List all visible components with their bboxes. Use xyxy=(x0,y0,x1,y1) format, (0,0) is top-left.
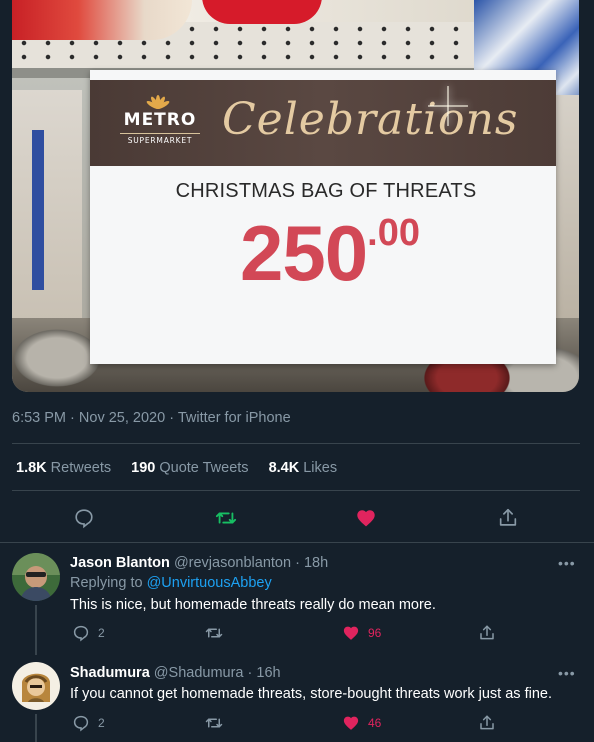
store-subtitle: SUPERMARKET xyxy=(127,136,193,145)
tweet-date[interactable]: Nov 25, 2020 xyxy=(79,410,165,426)
retweet-icon xyxy=(215,512,237,524)
price-main: 250 xyxy=(240,209,368,297)
meta-separator: · xyxy=(169,410,175,426)
thread-line xyxy=(35,714,37,742)
product-name: CHRISTMAS BAG OF THREATS xyxy=(175,180,477,202)
reply-count: 2 xyxy=(98,626,105,640)
avatar[interactable] xyxy=(12,553,60,601)
divider xyxy=(12,443,580,444)
replying-prefix: Replying to xyxy=(70,575,143,591)
tweet-client[interactable]: Twitter for iPhone xyxy=(178,410,291,426)
display-name[interactable]: Shadumura xyxy=(70,665,150,681)
retweet-icon xyxy=(205,628,223,638)
display-name[interactable]: Jason Blanton xyxy=(70,555,170,571)
logo-divider xyxy=(120,133,200,134)
like-button[interactable]: 46 xyxy=(342,714,381,732)
candy-package xyxy=(12,0,192,40)
reply-header: Shadumura @Shadumura · 16h xyxy=(70,665,281,681)
retweet-button[interactable] xyxy=(204,624,224,642)
price-sign: METRO SUPERMARKET Celebrations CHRISTMAS… xyxy=(90,70,556,364)
sign-banner: METRO SUPERMARKET Celebrations xyxy=(90,80,556,166)
reply-button[interactable]: 2 xyxy=(72,624,105,642)
more-options-icon[interactable]: ••• xyxy=(558,555,576,571)
retweet-button[interactable] xyxy=(204,714,224,732)
avatar-image xyxy=(12,553,60,601)
store-name: METRO xyxy=(123,110,197,130)
meta-separator: · xyxy=(70,410,75,426)
share-button[interactable] xyxy=(478,714,496,732)
retweets-label: Retweets xyxy=(50,460,112,476)
reply-age[interactable]: 16h xyxy=(256,665,280,681)
reply-tweet[interactable]: Jason Blanton @revjasonblanton · 18h •••… xyxy=(0,543,594,655)
share-icon xyxy=(480,715,494,730)
retweet-icon xyxy=(205,718,223,728)
store-logo-icon xyxy=(146,95,170,109)
tweet-timestamp: 6:53 PM · Nov 25, 2020 · Twitter for iPh… xyxy=(12,410,291,426)
reply-count: 2 xyxy=(98,716,105,730)
reply-text: This is nice, but homemade threats reall… xyxy=(70,597,436,613)
divider xyxy=(12,490,580,491)
tweet-stats: 1.8K Retweets 190 Quote Tweets 8.4K Like… xyxy=(16,460,337,476)
price-tag: 250.00 xyxy=(240,208,420,308)
sparkle-icon xyxy=(428,86,468,126)
replying-to-link[interactable]: @UnvirtuousAbbey xyxy=(147,575,272,591)
tweet-photo[interactable]: METRO SUPERMARKET Celebrations CHRISTMAS… xyxy=(12,0,579,392)
more-options-icon[interactable]: ••• xyxy=(558,665,576,681)
replying-to: Replying to @UnvirtuousAbbey xyxy=(70,575,272,591)
retweets-stat[interactable]: 1.8K Retweets xyxy=(16,460,111,476)
retweet-button[interactable] xyxy=(211,503,241,533)
tweet-actions xyxy=(0,503,594,537)
quote-tweets-stat[interactable]: 190 Quote Tweets xyxy=(131,460,248,476)
like-count: 46 xyxy=(368,716,382,730)
avatar[interactable] xyxy=(12,662,60,710)
tweet-time[interactable]: 6:53 PM xyxy=(12,410,66,426)
likes-count: 8.4K xyxy=(268,460,300,476)
reply-button[interactable] xyxy=(69,503,99,533)
like-icon xyxy=(343,716,359,730)
wrapping-paper-left xyxy=(12,90,82,320)
thread-line xyxy=(35,605,37,655)
meta-separator: · xyxy=(247,665,253,681)
avatar-image xyxy=(12,662,60,710)
like-button[interactable]: 96 xyxy=(342,624,381,642)
retweets-count: 1.8K xyxy=(16,460,47,476)
quote-tweets-count: 190 xyxy=(131,460,156,476)
like-icon xyxy=(357,510,375,527)
reply-header: Jason Blanton @revjasonblanton · 18h xyxy=(70,555,328,571)
likes-stat[interactable]: 8.4K Likes xyxy=(269,460,338,476)
like-icon xyxy=(343,626,359,640)
likes-label: Likes xyxy=(303,460,338,476)
like-count: 96 xyxy=(368,626,382,640)
share-icon xyxy=(499,508,517,526)
share-button[interactable] xyxy=(493,503,523,533)
reply-button[interactable]: 2 xyxy=(72,714,105,732)
reply-age[interactable]: 18h xyxy=(304,555,328,571)
user-handle[interactable]: @Shadumura xyxy=(154,665,244,681)
share-icon xyxy=(480,625,494,640)
user-handle[interactable]: @revjasonblanton xyxy=(174,555,291,571)
candy-package-logo xyxy=(202,0,322,24)
share-button[interactable] xyxy=(478,624,496,642)
reply-icon xyxy=(73,625,89,642)
reply-text: If you cannot get homemade threats, stor… xyxy=(70,686,552,702)
quote-tweets-label: Quote Tweets xyxy=(159,460,249,476)
like-button[interactable] xyxy=(351,503,381,533)
reply-icon xyxy=(73,715,89,732)
sign-script-title: Celebrations xyxy=(222,94,519,145)
reply-icon xyxy=(75,509,93,529)
meta-separator: · xyxy=(295,555,300,571)
price-cents: .00 xyxy=(367,212,420,254)
reply-tweet[interactable]: Shadumura @Shadumura · 16h ••• If you ca… xyxy=(0,656,594,742)
